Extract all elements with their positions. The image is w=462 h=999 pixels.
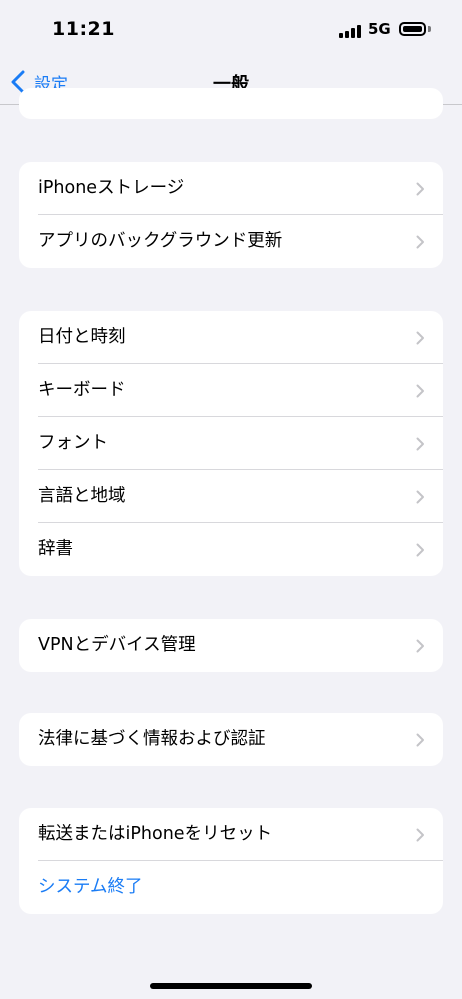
row-language-region[interactable]: 言語と地域 xyxy=(19,470,443,523)
chevron-right-icon xyxy=(416,543,424,557)
row-label: アプリのバックグラウンド更新 xyxy=(38,231,283,251)
settings-group-locale: 日付と時刻 キーボード フォント 言語と地域 辞書 xyxy=(19,311,443,576)
row-keyboard[interactable]: キーボード xyxy=(19,364,443,417)
settings-group-reset: 転送またはiPhoneをリセット システム終了 xyxy=(19,808,443,914)
row-label: 転送またはiPhoneをリセット xyxy=(38,824,273,844)
chevron-right-icon xyxy=(416,437,424,451)
status-time: 11:21 xyxy=(52,18,115,40)
row-transfer-reset[interactable]: 転送またはiPhoneをリセット xyxy=(19,808,443,861)
cellular-signal-icon xyxy=(339,25,363,38)
chevron-right-icon xyxy=(416,639,424,653)
settings-group-vpn: VPNとデバイス管理 xyxy=(19,619,443,672)
home-indicator[interactable] xyxy=(150,983,312,989)
shut-down-button[interactable]: システム終了 xyxy=(19,861,443,914)
chevron-right-icon xyxy=(416,828,424,842)
chevron-right-icon xyxy=(416,384,424,398)
battery-icon xyxy=(399,22,426,36)
settings-group-partial xyxy=(19,88,443,119)
settings-group-storage: iPhoneストレージ アプリのバックグラウンド更新 xyxy=(19,162,443,268)
row-label: 言語と地域 xyxy=(38,486,126,506)
row-dictionary[interactable]: 辞書 xyxy=(19,523,443,576)
chevron-right-icon xyxy=(416,490,424,504)
row-label: iPhoneストレージ xyxy=(38,178,185,198)
row-label: 辞書 xyxy=(38,539,73,559)
settings-group-legal: 法律に基づく情報および認証 xyxy=(19,713,443,766)
row-legal-regulatory[interactable]: 法律に基づく情報および認証 xyxy=(19,713,443,766)
row-background-app-refresh[interactable]: アプリのバックグラウンド更新 xyxy=(19,215,443,268)
battery-tip xyxy=(428,26,431,32)
chevron-right-icon xyxy=(416,235,424,249)
status-bar: 11:21 5G xyxy=(0,0,462,60)
row-fonts[interactable]: フォント xyxy=(19,417,443,470)
network-type-label: 5G xyxy=(368,20,391,38)
chevron-right-icon xyxy=(416,182,424,196)
row-label: システム終了 xyxy=(38,877,143,897)
row-iphone-storage[interactable]: iPhoneストレージ xyxy=(19,162,443,215)
row-label: 日付と時刻 xyxy=(38,327,126,347)
row-date-time[interactable]: 日付と時刻 xyxy=(19,311,443,364)
row-vpn-device-management[interactable]: VPNとデバイス管理 xyxy=(19,619,443,672)
chevron-right-icon xyxy=(416,733,424,747)
row-label: キーボード xyxy=(38,380,126,400)
row-label: フォント xyxy=(38,433,108,453)
row-label: VPNとデバイス管理 xyxy=(38,635,196,655)
chevron-right-icon xyxy=(416,331,424,345)
row-label: 法律に基づく情報および認証 xyxy=(38,729,266,749)
